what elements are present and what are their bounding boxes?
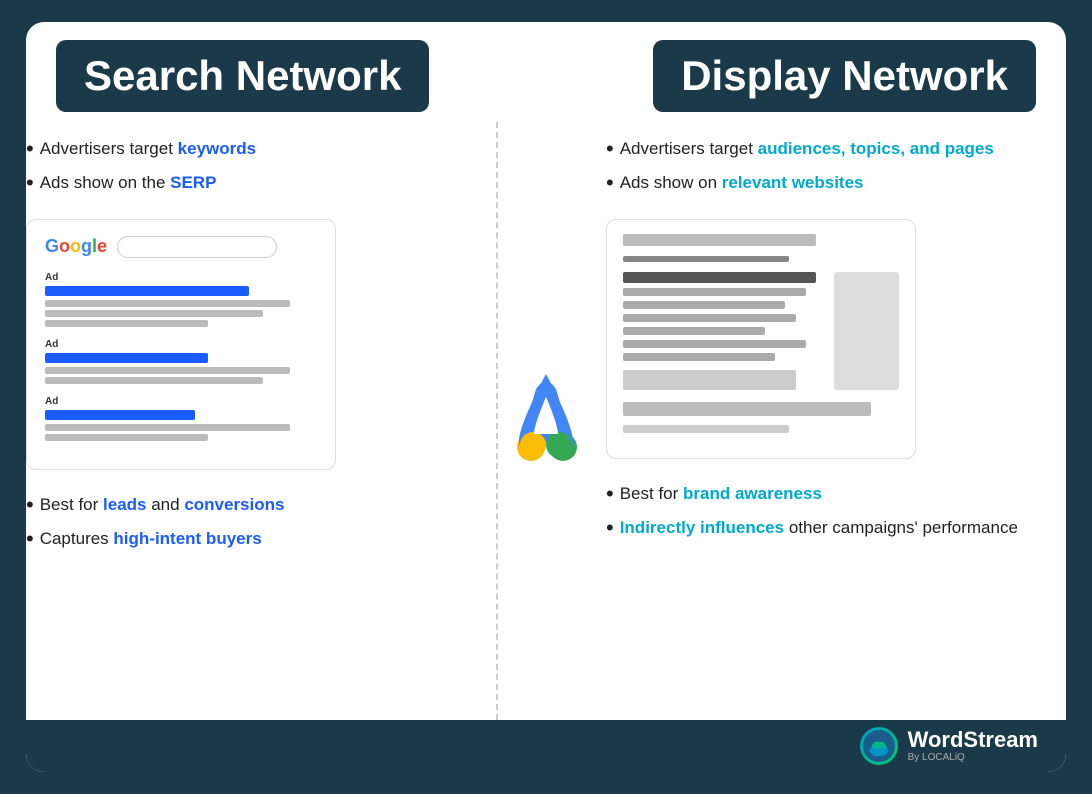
google-logo: Google <box>45 236 107 257</box>
search-mockup: Google Ad Ad <box>26 219 336 470</box>
ad-blue-bar-1 <box>45 286 249 296</box>
search-keywords-highlight: keywords <box>178 139 256 158</box>
display-bottom-bullets: Best for brand awareness Indirectly infl… <box>606 467 1066 556</box>
search-serp-highlight: SERP <box>170 173 216 192</box>
center-divider <box>496 122 596 720</box>
localiq-subtext: By LOCALiQ <box>908 752 965 763</box>
google-bar: Google <box>45 236 317 258</box>
card-footer: WordStream By LOCALiQ <box>26 720 1066 772</box>
display-column: Advertisers target audiences, topics, an… <box>596 122 1066 720</box>
ad-block-3: Ad <box>45 396 317 441</box>
audiences-highlight: audiences, topics, and pages <box>758 139 994 158</box>
search-bottom-bullets: Best for leads and conversions Captures … <box>26 478 486 567</box>
display-top-bullets: Advertisers target audiences, topics, an… <box>606 122 1066 211</box>
search-top-bullets: Advertisers target keywords Ads show on … <box>26 122 486 211</box>
search-bottom-bullet-2: Captures high-intent buyers <box>26 522 486 556</box>
search-bullet-1: Advertisers target keywords <box>26 132 486 166</box>
indirectly-highlight: Indirectly influences <box>620 518 784 537</box>
google-search-input <box>117 236 277 258</box>
conversions-highlight: conversions <box>184 495 284 514</box>
display-bullet-2: Ads show on relevant websites <box>606 166 1066 200</box>
ad-block-1: Ad <box>45 272 317 327</box>
ad-blue-bar-2 <box>45 353 208 363</box>
google-ads-logo <box>501 369 591 474</box>
wordstream-icon <box>860 727 898 765</box>
display-header-box: Display Network <box>653 40 1036 112</box>
high-intent-highlight: high-intent buyers <box>113 529 261 548</box>
search-bullet-2: Ads show on the SERP <box>26 166 486 200</box>
divider-line <box>496 122 498 720</box>
wordstream-logo: WordStream By LOCALiQ <box>908 729 1038 763</box>
content-row: Advertisers target keywords Ads show on … <box>26 122 1066 720</box>
display-bottom-bullet-2: Indirectly influences other campaigns' p… <box>606 511 1066 545</box>
search-column: Advertisers target keywords Ads show on … <box>26 122 496 720</box>
display-bullet-1: Advertisers target audiences, topics, an… <box>606 132 1066 166</box>
leads-highlight: leads <box>103 495 146 514</box>
display-network-title: Display Network <box>681 52 1008 100</box>
display-bottom-bullet-1: Best for brand awareness <box>606 477 1066 511</box>
ad-block-2: Ad <box>45 339 317 384</box>
ad-blue-bar-3 <box>45 410 195 420</box>
search-bottom-bullet-1: Best for leads and conversions <box>26 488 486 522</box>
display-mockup <box>606 219 916 459</box>
wordstream-name: WordStream <box>908 729 1038 751</box>
search-header-box: Search Network <box>56 40 429 112</box>
header-row: Search Network Display Network <box>26 22 1066 122</box>
relevant-websites-highlight: relevant websites <box>722 173 864 192</box>
brand-awareness-highlight: brand awareness <box>683 484 822 503</box>
main-card: Search Network Display Network Advertise… <box>26 22 1066 772</box>
search-network-title: Search Network <box>84 52 401 100</box>
